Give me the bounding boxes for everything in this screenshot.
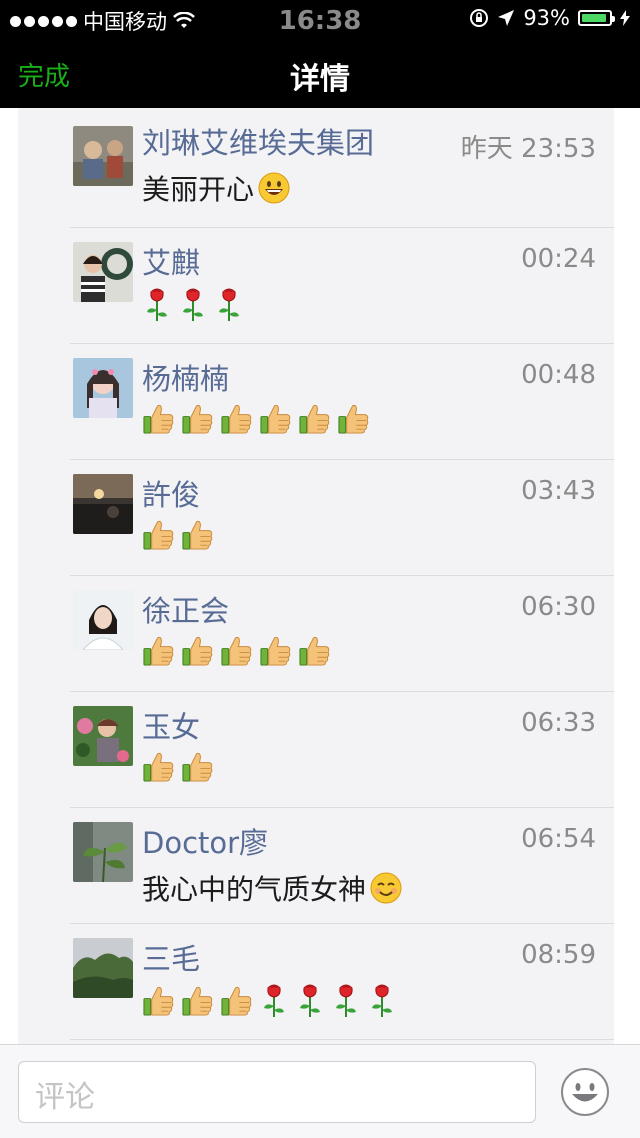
comment-time: 03:43 (521, 476, 596, 506)
comment-text-label: 美丽开心 (142, 173, 255, 206)
thumbs-up-icon (182, 520, 213, 550)
comment-emojis (142, 982, 397, 1018)
comment-time: 00:24 (521, 244, 596, 274)
commenter-name[interactable]: 艾麒 (142, 240, 200, 282)
rose-icon (336, 984, 356, 1017)
comment-emojis (142, 402, 370, 435)
comment-emojis (142, 286, 244, 322)
avatar[interactable] (73, 126, 133, 186)
comment-row[interactable]: 三毛 08:59 (70, 924, 614, 1040)
thumbs-up-icon (143, 752, 174, 782)
thumbs-up-icon (299, 636, 330, 666)
avatar[interactable] (73, 706, 133, 766)
commenter-name[interactable]: 許俊 (142, 472, 200, 514)
rose-icon (219, 288, 239, 321)
thumbs-up-icon (299, 404, 330, 434)
thumbs-up-icon (260, 636, 291, 666)
commenter-name[interactable]: 三毛 (142, 936, 200, 978)
rotation-lock-icon (470, 9, 489, 27)
thumbs-up-icon (221, 636, 252, 666)
status-right: 93% (469, 6, 630, 30)
comment-emojis (142, 634, 331, 667)
comment-text: 美丽开心 (142, 168, 290, 208)
commenter-name[interactable]: 玉女 (142, 704, 200, 746)
comment-row[interactable]: 刘琳艾维埃夫集团 昨天 23:53 美丽开心 (70, 108, 614, 228)
comment-time: 00:48 (521, 360, 596, 390)
comment-input[interactable]: 评论 (18, 1061, 536, 1123)
comment-panel: 刘琳艾维埃夫集团 昨天 23:53 美丽开心 艾麒 00:24 杨楠楠 00:4… (18, 108, 614, 1044)
thumbs-up-icon (221, 404, 252, 434)
battery-percent: 93% (523, 6, 570, 30)
rose-icon (300, 984, 320, 1017)
avatar[interactable] (73, 938, 133, 998)
nav-bar: 完成 详情 (0, 36, 640, 108)
avatar[interactable] (73, 474, 133, 534)
comment-list-area[interactable]: 刘琳艾维埃夫集团 昨天 23:53 美丽开心 艾麒 00:24 杨楠楠 00:4… (0, 108, 640, 1044)
commenter-name[interactable]: 刘琳艾维埃夫集团 (142, 120, 374, 162)
emoji-face-icon[interactable] (560, 1067, 610, 1117)
comment-input-bar: 评论 (0, 1044, 640, 1138)
comment-time: 06:33 (521, 708, 596, 738)
comment-row[interactable]: Doctor廖 06:54 我心中的气质女神 (70, 808, 614, 924)
rose-icon (372, 984, 392, 1017)
comment-row[interactable]: 玉女 06:33 (70, 692, 614, 808)
thumbs-up-icon (143, 986, 174, 1016)
avatar[interactable] (73, 242, 133, 302)
thumbs-up-icon (260, 404, 291, 434)
comment-emojis (142, 518, 214, 551)
comment-text: 我心中的气质女神 (142, 868, 402, 908)
comment-row[interactable]: 艾麒 00:24 (70, 228, 614, 344)
comment-time: 昨天 23:53 (460, 134, 596, 164)
battery-icon (578, 10, 615, 26)
comment-time: 06:54 (521, 824, 596, 854)
thumbs-up-icon (143, 520, 174, 550)
rose-icon (147, 288, 167, 321)
page-title: 详情 (290, 62, 350, 97)
status-bar: 中国移动 16:38 93% (0, 0, 640, 36)
comment-row[interactable]: 徐正会 06:30 (70, 576, 614, 692)
avatar[interactable] (73, 822, 133, 882)
thumbs-up-icon (143, 404, 174, 434)
comment-row[interactable]: 杨楠楠 00:48 (70, 344, 614, 460)
commenter-name[interactable]: Doctor廖 (142, 820, 268, 862)
smiling-face-icon (370, 872, 402, 904)
comment-row[interactable]: 許俊 03:43 (70, 460, 614, 576)
avatar[interactable] (73, 358, 133, 418)
thumbs-up-icon (221, 986, 252, 1016)
comment-emojis (142, 750, 214, 783)
thumbs-up-icon (338, 404, 369, 434)
grinning-face-icon (258, 172, 290, 204)
thumbs-up-icon (143, 636, 174, 666)
thumbs-up-icon (182, 636, 213, 666)
commenter-name[interactable]: 杨楠楠 (142, 356, 229, 398)
commenter-name[interactable]: 徐正会 (142, 588, 229, 630)
comment-text-label: 我心中的气质女神 (142, 873, 367, 906)
comment-time: 08:59 (521, 940, 596, 970)
rose-icon (264, 984, 284, 1017)
location-arrow-icon (498, 10, 515, 26)
thumbs-up-icon (182, 404, 213, 434)
thumbs-up-icon (182, 752, 213, 782)
rose-icon (183, 288, 203, 321)
thumbs-up-icon (182, 986, 213, 1016)
charging-icon (620, 10, 630, 26)
comment-time: 06:30 (521, 592, 596, 622)
avatar[interactable] (73, 590, 133, 650)
